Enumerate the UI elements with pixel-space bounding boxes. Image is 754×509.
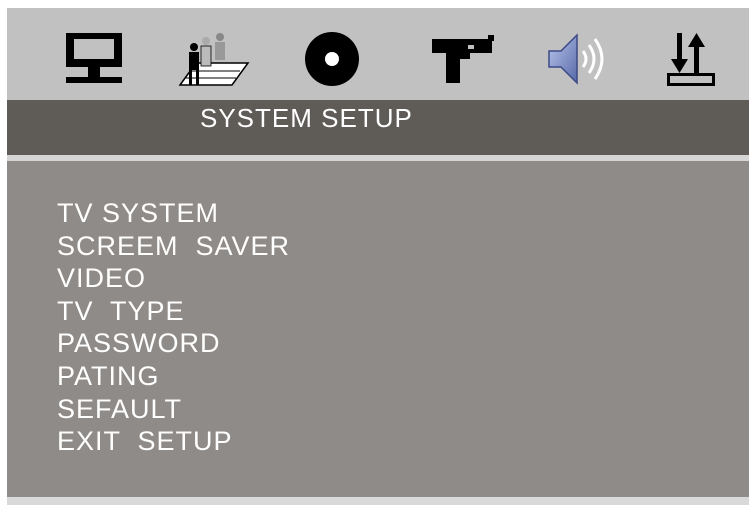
speaker-icon [541, 27, 613, 91]
disc-icon [300, 27, 364, 91]
menu-item-video[interactable]: VIDEO [57, 262, 290, 295]
monitor-icon [60, 27, 128, 91]
tab-language[interactable] [177, 26, 250, 92]
menu-item-password[interactable]: PASSWORD [57, 327, 290, 360]
setup-menu: TV SYSTEM SCREEM SAVER VIDEO TV TYPE PAS… [57, 197, 290, 458]
pistol-icon [426, 27, 498, 91]
tab-system[interactable] [59, 26, 129, 92]
tab-speaker[interactable] [542, 26, 612, 92]
menu-item-rating[interactable]: PATING [57, 360, 290, 393]
tab-icon-bar [7, 8, 749, 100]
menu-item-tv-system[interactable]: TV SYSTEM [57, 197, 290, 230]
tab-parental[interactable] [427, 26, 497, 92]
arrows-up-down-icon [663, 27, 719, 91]
page-title: SYSTEM SETUP [200, 103, 413, 133]
menu-item-tv-type[interactable]: TV TYPE [57, 295, 290, 328]
tab-audio-disc[interactable] [297, 26, 367, 92]
menu-item-default[interactable]: SEFAULT [57, 393, 290, 426]
language-people-icon [172, 27, 252, 91]
tab-exit[interactable] [656, 26, 726, 92]
menu-item-screen-saver[interactable]: SCREEM SAVER [57, 230, 290, 263]
menu-item-exit-setup[interactable]: EXIT SETUP [57, 425, 290, 458]
bottom-strip [7, 497, 749, 505]
